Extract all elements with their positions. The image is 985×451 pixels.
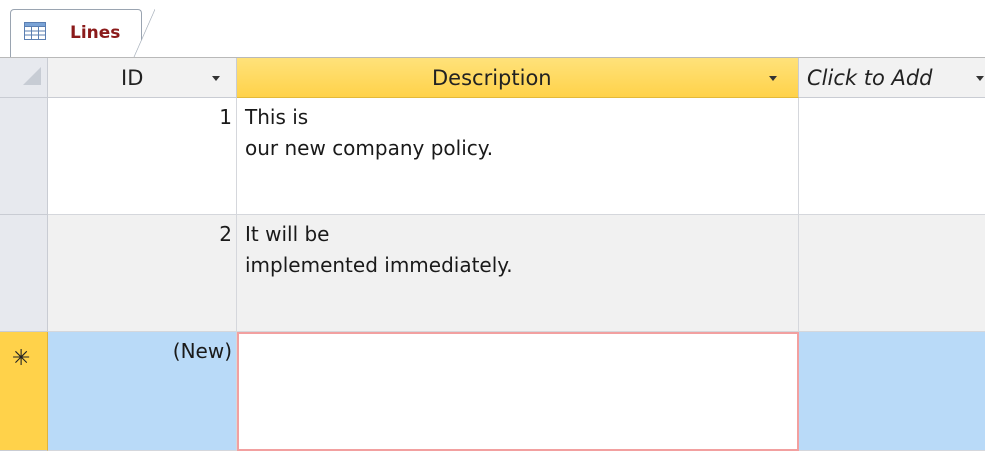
description-line: implemented immediately.	[245, 253, 513, 277]
description-line: It will be	[245, 222, 330, 246]
description-cell[interactable]: It will be implemented immediately.	[237, 215, 799, 332]
tab-lines[interactable]: Lines	[10, 9, 155, 59]
new-record-asterisk-icon: ✳	[12, 346, 31, 371]
add-cell[interactable]	[799, 215, 985, 332]
id-cell[interactable]: 2	[48, 215, 237, 332]
column-header-click-to-add[interactable]: Click to Add	[799, 58, 985, 98]
object-tab-strip: Lines	[0, 0, 985, 59]
datasheet-grid: ID Description Click to Add 1 This is ou…	[0, 58, 985, 451]
column-header-label: Description	[432, 66, 552, 90]
add-cell-new[interactable]	[799, 332, 985, 451]
add-cell[interactable]	[799, 98, 985, 215]
id-cell[interactable]: 1	[48, 98, 237, 215]
table-icon	[24, 22, 46, 40]
record-selector-new[interactable]: ✳	[0, 332, 48, 451]
column-header-label: Click to Add	[807, 66, 933, 90]
description-line: our new company policy.	[245, 136, 494, 160]
new-record-row[interactable]: ✳ (New)	[0, 332, 985, 451]
table-row[interactable]: 2 It will be implemented immediately.	[0, 215, 985, 332]
description-cell[interactable]: This is our new company policy.	[237, 98, 799, 215]
column-header-id[interactable]: ID	[48, 58, 237, 98]
record-selector[interactable]	[0, 215, 48, 332]
description-input-new[interactable]	[237, 332, 799, 451]
id-cell-new[interactable]: (New)	[48, 332, 237, 451]
select-all-triangle-icon	[23, 67, 41, 85]
tab-label: Lines	[70, 23, 121, 43]
chevron-down-icon[interactable]	[769, 76, 777, 81]
description-line: This is	[245, 105, 309, 129]
column-header-label: ID	[121, 66, 144, 90]
table-row[interactable]: 1 This is our new company policy.	[0, 98, 985, 215]
chevron-down-icon[interactable]	[212, 76, 220, 81]
select-all-corner[interactable]	[0, 58, 48, 98]
chevron-down-icon[interactable]	[976, 76, 984, 81]
column-header-description[interactable]: Description	[237, 58, 799, 98]
record-selector[interactable]	[0, 98, 48, 215]
